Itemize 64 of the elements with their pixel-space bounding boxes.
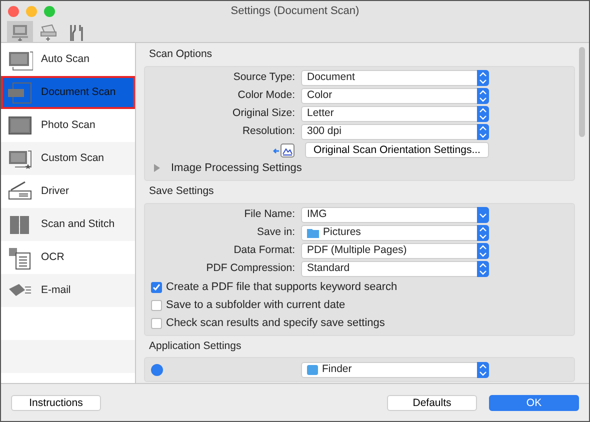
window-title: Settings (Document Scan): [230, 4, 360, 19]
footer-button[interactable]: OK: [489, 394, 579, 410]
monitor-icon: [10, 22, 30, 42]
folder-icon: [307, 228, 319, 238]
checkbox-label: Check scan results and specify save settings: [166, 316, 385, 331]
dropdown[interactable]: Document: [301, 70, 489, 86]
sidebar-item[interactable]: Scan and Stitch: [1, 208, 135, 241]
field-label: Resolution:: [241, 124, 296, 140]
dropdown-value: Standard: [307, 261, 350, 276]
chevron-icon: [477, 207, 489, 223]
window-control-button[interactable]: [8, 6, 19, 17]
dropdown-value: Letter: [307, 106, 334, 122]
field-label: File Name:: [243, 207, 296, 222]
dropdown-value: Pictures: [323, 225, 361, 240]
dropdown-value: IMG: [307, 207, 327, 222]
window-control-button[interactable]: [44, 6, 55, 17]
stepper-icon: [477, 261, 489, 277]
stepper-icon: [477, 243, 489, 259]
dropdown-value: Finder: [322, 362, 352, 377]
stepper-icon: [477, 70, 489, 86]
orientation-icon: [273, 142, 295, 158]
dropdown[interactable]: Letter: [301, 106, 489, 122]
checkbox[interactable]: [151, 318, 162, 328]
section-title: Application Settings: [148, 338, 242, 354]
photo-frame-icon: [7, 114, 33, 138]
dropdown[interactable]: Standard: [301, 261, 489, 277]
field-label: Source Type:: [232, 70, 296, 86]
toolbar-tab[interactable]: [7, 21, 33, 43]
dropdown[interactable]: 300 dpi: [301, 124, 489, 140]
stepper-icon: [477, 88, 489, 104]
checkbox-label: Create a PDF file that supports keyword search: [166, 280, 398, 295]
dropdown[interactable]: PDF (Multiple Pages): [301, 243, 489, 259]
checkbox-label: Save to a subfolder with current date: [166, 298, 346, 313]
field-label: Color Mode:: [236, 88, 296, 104]
checkbox[interactable]: [151, 282, 162, 292]
dropdown[interactable]: Color: [301, 88, 489, 104]
combo-box[interactable]: IMG: [301, 207, 489, 223]
field-label: PDF Compression:: [205, 261, 296, 276]
stepper-icon: [477, 225, 489, 241]
orientation-settings-button[interactable]: Original Scan Orientation Settings...: [305, 142, 489, 158]
section-title: Save Settings: [148, 184, 215, 199]
field-label: Original Size:: [232, 106, 296, 122]
field-label: Data Format:: [232, 243, 296, 258]
disclosure-label[interactable]: Image Processing Settings: [171, 160, 302, 176]
dropdown-value: PDF (Multiple Pages): [307, 243, 407, 258]
dropdown[interactable]: Finder: [301, 362, 489, 378]
dropdown[interactable]: Pictures: [301, 225, 489, 241]
window-control-button[interactable]: [26, 6, 37, 17]
radio-button[interactable]: [151, 364, 163, 376]
stepper-icon: [477, 124, 489, 140]
field-label: Save in:: [256, 225, 296, 240]
sidebar-item[interactable]: Custom Scan: [1, 142, 135, 175]
dropdown-value: Document: [307, 70, 355, 86]
stepper-icon: [477, 362, 489, 378]
dropdown-value: 300 dpi: [307, 124, 342, 140]
footer-button[interactable]: Defaults: [387, 394, 477, 410]
section-title: Scan Options: [148, 47, 214, 62]
stepper-icon: [477, 106, 489, 122]
scrollbar-thumb[interactable]: [579, 47, 585, 137]
footer-button[interactable]: Instructions: [11, 394, 101, 410]
checkbox[interactable]: [151, 300, 162, 310]
dropdown-value: Color: [307, 88, 332, 104]
text-document-icon: [7, 246, 33, 270]
sidebar-item[interactable]: E-mail: [1, 274, 135, 307]
